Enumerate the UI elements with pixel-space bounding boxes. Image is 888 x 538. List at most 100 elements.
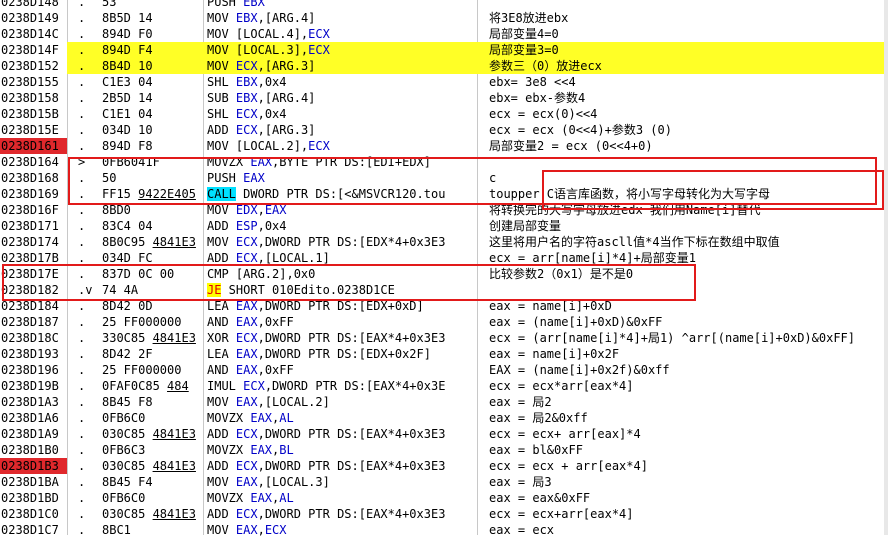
flow-marker: . <box>78 139 86 153</box>
address-cell: 0238D19B <box>1 379 59 393</box>
hex-bytes-cell: 2B5D 14 <box>102 91 153 105</box>
comment-cell: eax = eax&0xFF <box>489 491 591 505</box>
disasm-row[interactable]: 0238D184. 8D42 0D LEA EAX,DWORD PTR DS:[ED… <box>0 298 888 314</box>
disasm-row[interactable]: 0238D155. C1E3 04 SHL EBX,0x4 ebx= 3e8 <<4 <box>0 74 888 90</box>
disasm-row[interactable]: 0238D169. FF15 9422E405 CALL DWORD PTR DS:… <box>0 186 888 202</box>
comment-cell: eax = bl&0xFF <box>489 443 583 457</box>
comment-cell: 局部变量4=0 <box>489 27 559 41</box>
disasm-row[interactable]: 0238D17E. 837D 0C 00 CMP [ARG.2],0x0 比较参数2（… <box>0 266 888 282</box>
disasm-row[interactable]: 0238D1C7. 8BC1 MOV EAX,ECX eax = ecx <box>0 522 888 538</box>
flow-marker: . <box>78 523 86 537</box>
disasm-row[interactable]: 0238D1A3. 8B45 F8 MOV EAX,[LOCAL.2] eax = 局… <box>0 394 888 410</box>
disasm-row[interactable]: 0238D152. 8B4D 10 MOV ECX,[ARG.3] 参数三（0）放进e… <box>0 58 888 74</box>
address-cell: 0238D16F <box>1 203 59 217</box>
disasm-row[interactable]: 0238D196. 25 FF000000 AND EAX,0xFF EAX = (n… <box>0 362 888 378</box>
hex-bytes-cell: 0FB6C3 <box>102 443 146 457</box>
instruction-cell: SHL EBX,0x4 <box>207 75 287 89</box>
instruction-cell: SUB EBX,[ARG.4] <box>207 91 316 105</box>
flow-marker: . <box>78 11 86 25</box>
hex-bytes-cell: 8BD0 <box>102 203 131 217</box>
disasm-row[interactable]: 0238D193. 8D42 2F LEA EAX,DWORD PTR DS:[ED… <box>0 346 888 362</box>
address-cell: 0238D169 <box>1 187 59 201</box>
instruction-cell: MOV [LOCAL.3],ECX <box>207 43 330 57</box>
disasm-row[interactable]: 0238D149. 8B5D 14 MOV EBX,[ARG.4] 将3E8放进ebx <box>0 10 888 26</box>
comment-cell: 局部变量2 = ecx (0<<4+0) <box>489 139 653 153</box>
address-cell: 0238D148 <box>1 0 59 9</box>
disasm-row[interactable]: 0238D164 >0FB6041F MOVZX EAX,BYTE PTR DS:[… <box>0 154 888 170</box>
instruction-cell: MOVZX EAX,AL <box>207 411 294 425</box>
flow-marker: . <box>78 59 86 73</box>
address-cell: 0238D171 <box>1 219 59 233</box>
hex-bytes-cell: 53 <box>102 0 117 9</box>
disasm-row[interactable]: 0238D1A9. 030C85 4841E3 ADD ECX,DWORD PTR … <box>0 426 888 442</box>
instruction-cell: AND EAX,0xFF <box>207 363 294 377</box>
address-cell: 0238D149 <box>1 11 59 25</box>
disasm-row[interactable]: 0238D187. 25 FF000000 AND EAX,0xFF eax = (n… <box>0 314 888 330</box>
flow-marker: . <box>78 235 86 249</box>
flow-marker: . <box>78 299 86 313</box>
comment-cell: ebx= ebx-参数4 <box>489 91 586 105</box>
instruction-cell: MOVZX EAX,AL <box>207 491 294 505</box>
address-cell: 0238D164 <box>1 155 59 169</box>
address-cell: 0238D1C0 <box>1 507 59 521</box>
disasm-row[interactable]: 0238D1A6. 0FB6C0 MOVZX EAX,AL eax = 局2&0xff <box>0 410 888 426</box>
hex-bytes-cell: 25 FF000000 <box>102 315 182 329</box>
flow-marker: . <box>78 459 86 473</box>
hex-bytes-cell: 50 <box>102 171 117 185</box>
disasm-row[interactable]: 0238D16F. 8BD0 MOV EDX,EAX 将转换完的大写字母放进edx 我… <box>0 202 888 218</box>
flow-marker: . <box>78 251 86 265</box>
instruction-cell: AND EAX,0xFF <box>207 315 294 329</box>
hex-bytes-cell: 8B45 F4 <box>102 475 153 489</box>
disasm-row[interactable]: 0238D15E. 034D 10 ADD ECX,[ARG.3] ecx = ecx… <box>0 122 888 138</box>
disasm-row[interactable]: 0238D15B. C1E1 04 SHL ECX,0x4 ecx = ecx(0)<… <box>0 106 888 122</box>
comment-cell: EAX = (name[i]+0x2f)&0xff <box>489 363 670 377</box>
instruction-cell: MOV [LOCAL.2],ECX <box>207 139 330 153</box>
disasm-row[interactable]: 0238D14C. 894D F0 MOV [LOCAL.4],ECX 局部变量4=0 <box>0 26 888 42</box>
disasm-row[interactable]: 0238D168. 50 PUSH EAX c <box>0 170 888 186</box>
flow-marker: . <box>78 491 86 505</box>
vertical-scrollbar[interactable] <box>884 0 888 535</box>
address-cell: 0238D18C <box>1 331 59 345</box>
hex-bytes-cell: 83C4 04 <box>102 219 153 233</box>
disasm-row[interactable]: 0238D171. 83C4 04 ADD ESP,0x4 创建局部变量 <box>0 218 888 234</box>
flow-marker: . <box>78 347 86 361</box>
address-cell: 0238D155 <box>1 75 59 89</box>
address-cell: 0238D17B <box>1 251 59 265</box>
comment-cell: eax = 局2 <box>489 395 552 409</box>
hex-bytes-cell: 030C85 4841E3 <box>102 459 196 473</box>
instruction-cell: PUSH EBX <box>207 0 265 9</box>
disasm-row[interactable]: 0238D158. 2B5D 14 SUB EBX,[ARG.4] ebx= ebx-… <box>0 90 888 106</box>
disasm-row[interactable]: 0238D14F. 894D F4 MOV [LOCAL.3],ECX 局部变量3=0 <box>0 42 888 58</box>
disasm-row[interactable]: 0238D174. 8B0C95 4841E3 MOV ECX,DWORD PTR … <box>0 234 888 250</box>
flow-marker: . <box>78 75 86 89</box>
disasm-row[interactable]: 0238D1BA. 8B45 F4 MOV EAX,[LOCAL.3] eax = 局… <box>0 474 888 490</box>
comment-cell: eax = (name[i]+0xD)&0xFF <box>489 315 663 329</box>
address-cell: 0238D14F <box>0 42 67 58</box>
flow-marker: > <box>78 155 86 169</box>
hex-bytes-cell: 034D 10 <box>102 123 153 137</box>
hex-bytes-cell: 894D F4 <box>102 43 153 57</box>
instruction-cell: ADD ESP,0x4 <box>207 219 287 233</box>
address-cell: 0238D158 <box>1 91 59 105</box>
disasm-row[interactable]: 0238D19B. 0FAF0C85 484 IMUL ECX,DWORD PTR … <box>0 378 888 394</box>
disasm-row[interactable]: 0238D1C0. 030C85 4841E3 ADD ECX,DWORD PTR … <box>0 506 888 522</box>
disasm-row[interactable]: 0238D18C. 330C85 4841E3 XOR ECX,DWORD PTR … <box>0 330 888 346</box>
instruction-cell: ADD ECX,DWORD PTR DS:[EAX*4+0x3E3 <box>207 507 446 521</box>
instruction-cell: MOV EDX,EAX <box>207 203 287 217</box>
disasm-row[interactable]: 0238D148. 53 PUSH EBX <box>0 0 888 10</box>
comment-cell: eax = name[i]+0x2F <box>489 347 620 361</box>
disasm-row[interactable]: 0238D182 .v 74 4A JE SHORT 010Edito.0238D1C… <box>0 282 888 298</box>
disasm-row[interactable]: 0238D17B. 034D FC ADD ECX,[LOCAL.1] ecx = a… <box>0 250 888 266</box>
disasm-row[interactable]: 0238D1B3. 030C85 4841E3 ADD ECX,DWORD PTR … <box>0 458 888 474</box>
hex-bytes-cell: 8D42 0D <box>102 299 153 313</box>
address-cell: 0238D174 <box>1 235 59 249</box>
comment-cell: 比较参数2（0x1）是不是0 <box>489 267 634 281</box>
instruction-cell: CALL DWORD PTR DS:[<&MSVCR120.tou <box>207 187 446 201</box>
disasm-row[interactable]: 0238D1BD. 0FB6C0 MOVZX EAX,AL eax = eax&0xF… <box>0 490 888 506</box>
flow-marker: . <box>78 395 86 409</box>
hex-bytes-cell: 894D F8 <box>102 139 153 153</box>
disasm-row[interactable]: 0238D1B0. 0FB6C3 MOVZX EAX,BL eax = bl&0xFF <box>0 442 888 458</box>
disassembly-listing[interactable]: 0238D148. 53 PUSH EBX 0238D149. 8B5D 14 MOV E… <box>0 0 888 538</box>
flow-marker: . <box>78 507 86 521</box>
disasm-row[interactable]: 0238D161. 894D F8 MOV [LOCAL.2],ECX 局部变量2 =… <box>0 138 888 154</box>
